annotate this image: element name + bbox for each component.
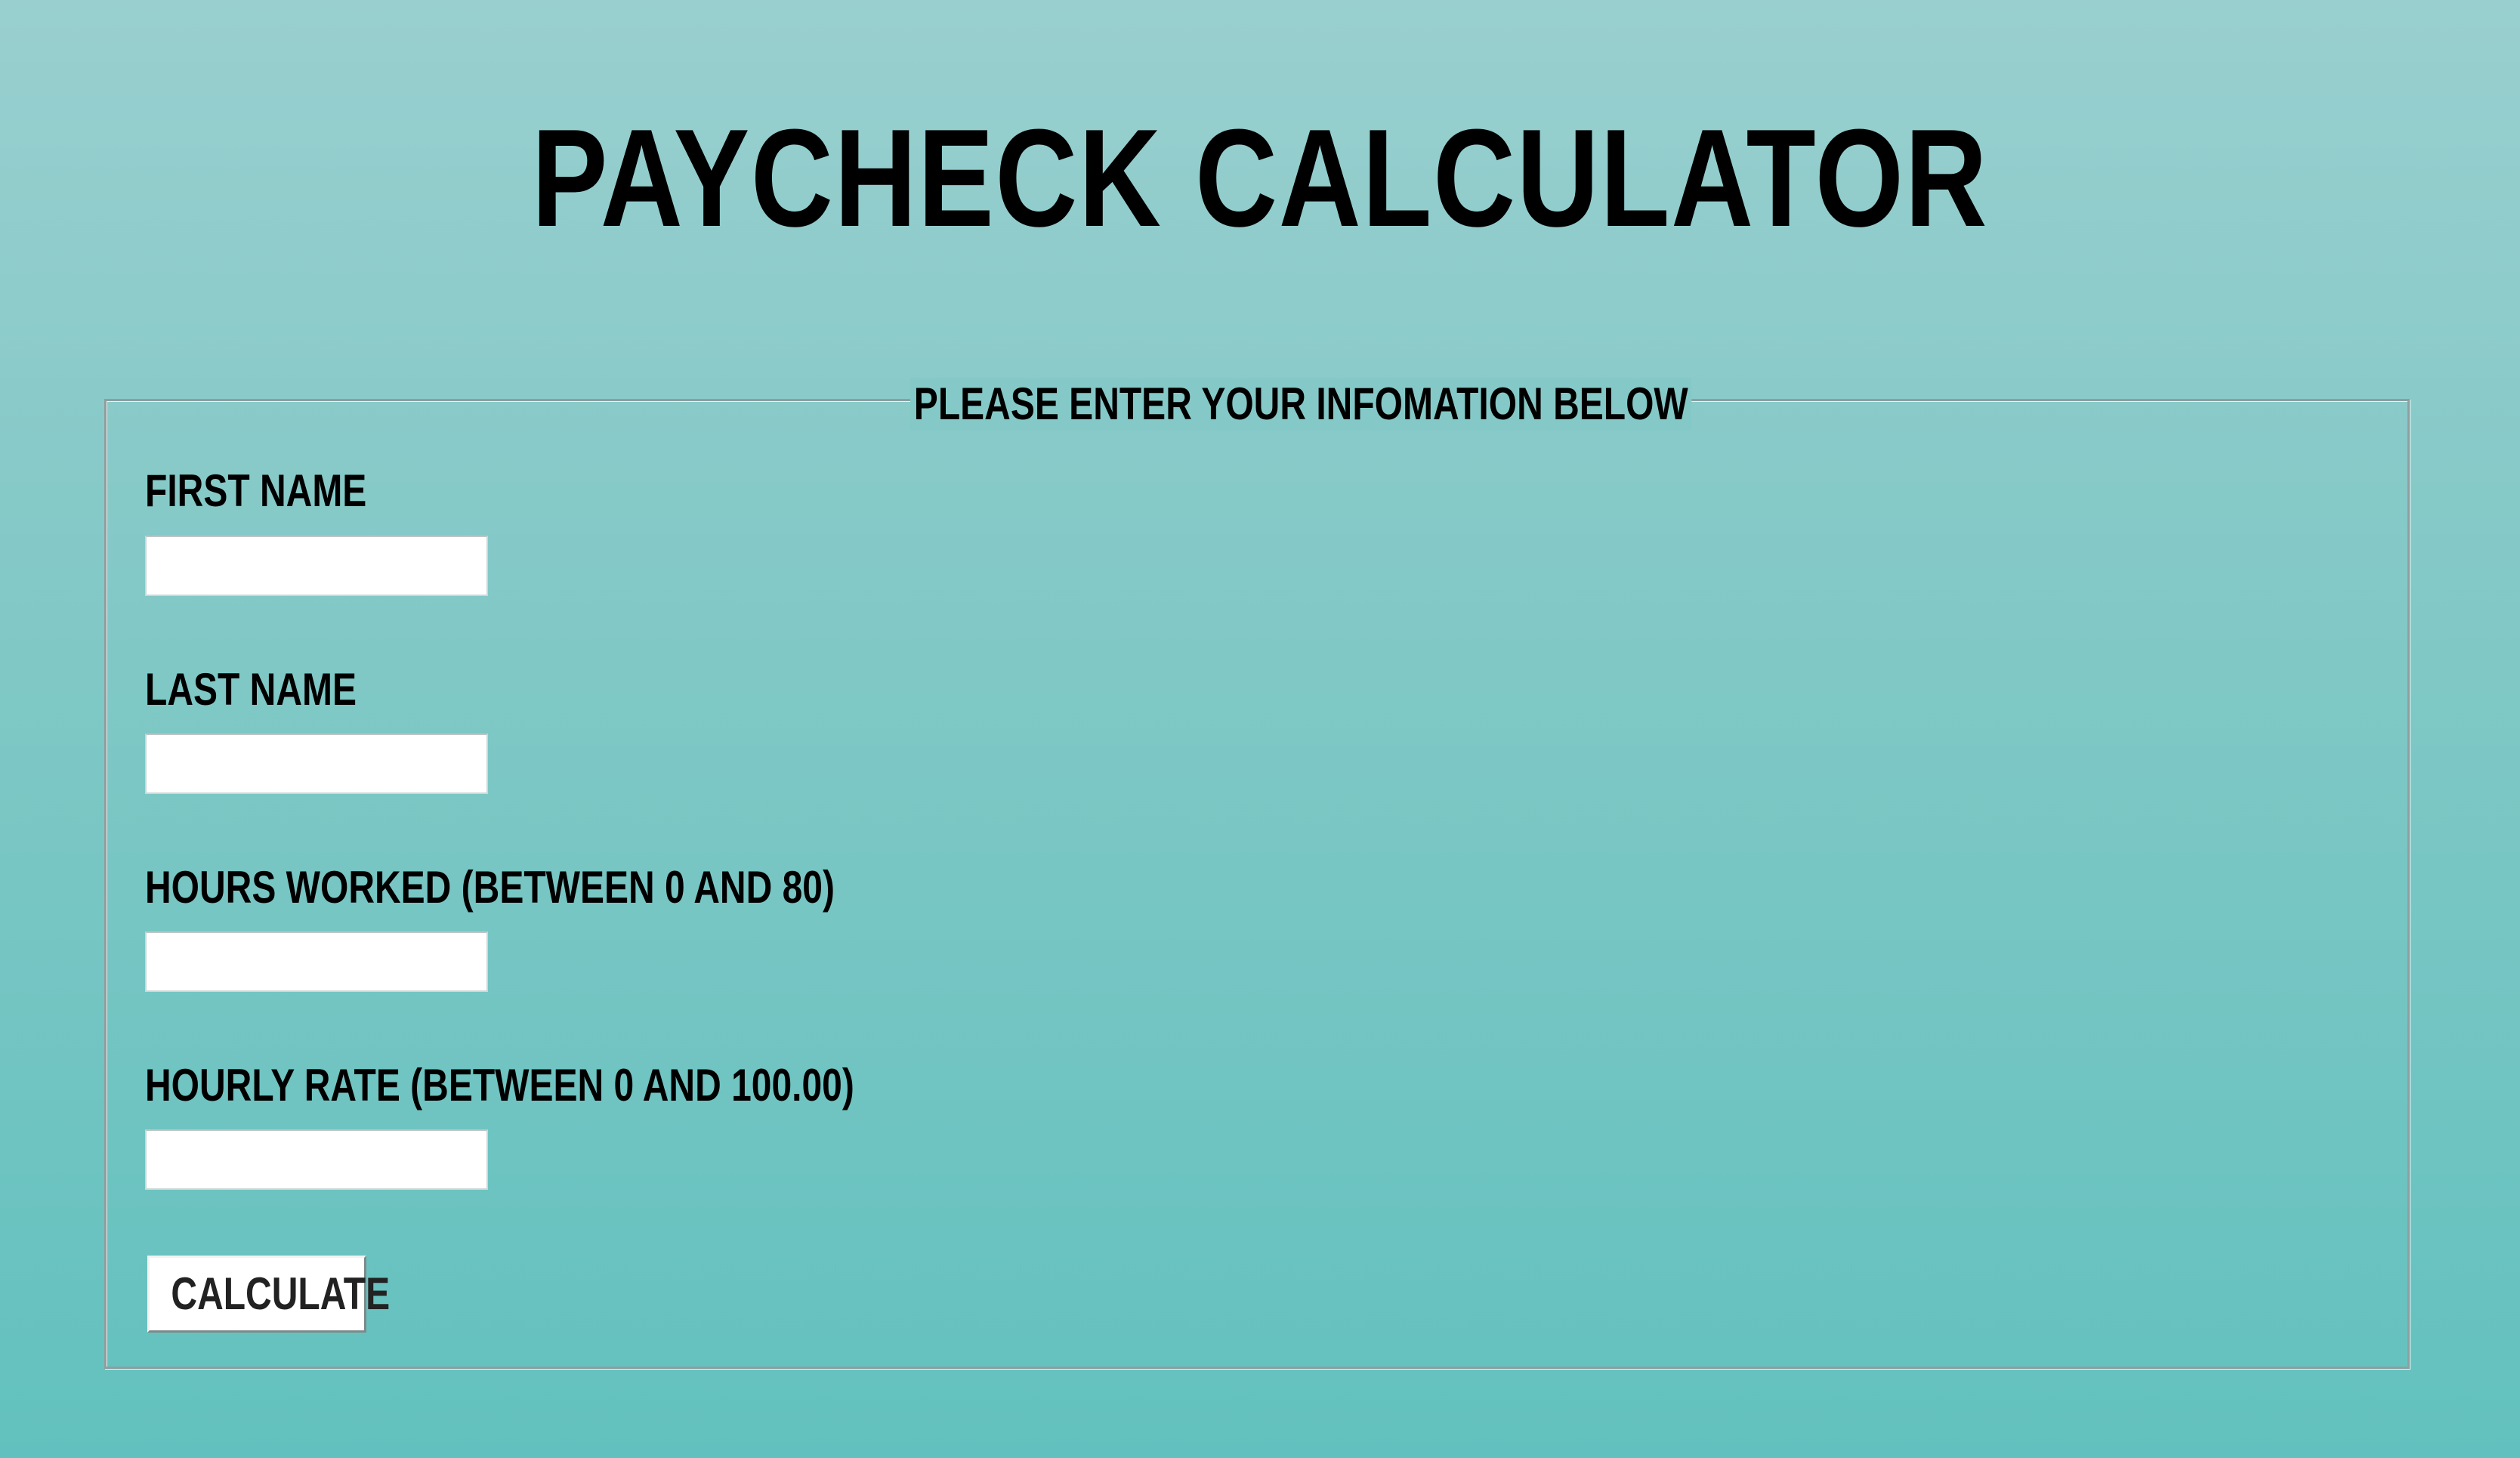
fieldset-legend: PLEASE ENTER YOUR INFOMATION BELOW	[910, 378, 1692, 431]
hourly-rate-label: HOURLY RATE (BETWEEN 0 AND 100.00)	[145, 1060, 854, 1110]
page-title: PAYCHECK CALCULATOR	[531, 100, 1989, 255]
last-name-label: LAST NAME	[145, 664, 357, 715]
calculate-button[interactable]: CALCULATE	[147, 1256, 391, 1333]
calculate-button-label: CALCULATE	[171, 1268, 391, 1319]
first-name-label: FIRST NAME	[145, 465, 367, 516]
hours-worked-label: HOURS WORKED (BETWEEN 0 AND 80)	[145, 862, 835, 913]
hours-worked-input[interactable]	[145, 931, 488, 992]
first-name-input[interactable]	[145, 536, 488, 596]
hourly-rate-input[interactable]	[145, 1129, 488, 1190]
last-name-input[interactable]	[145, 734, 488, 794]
